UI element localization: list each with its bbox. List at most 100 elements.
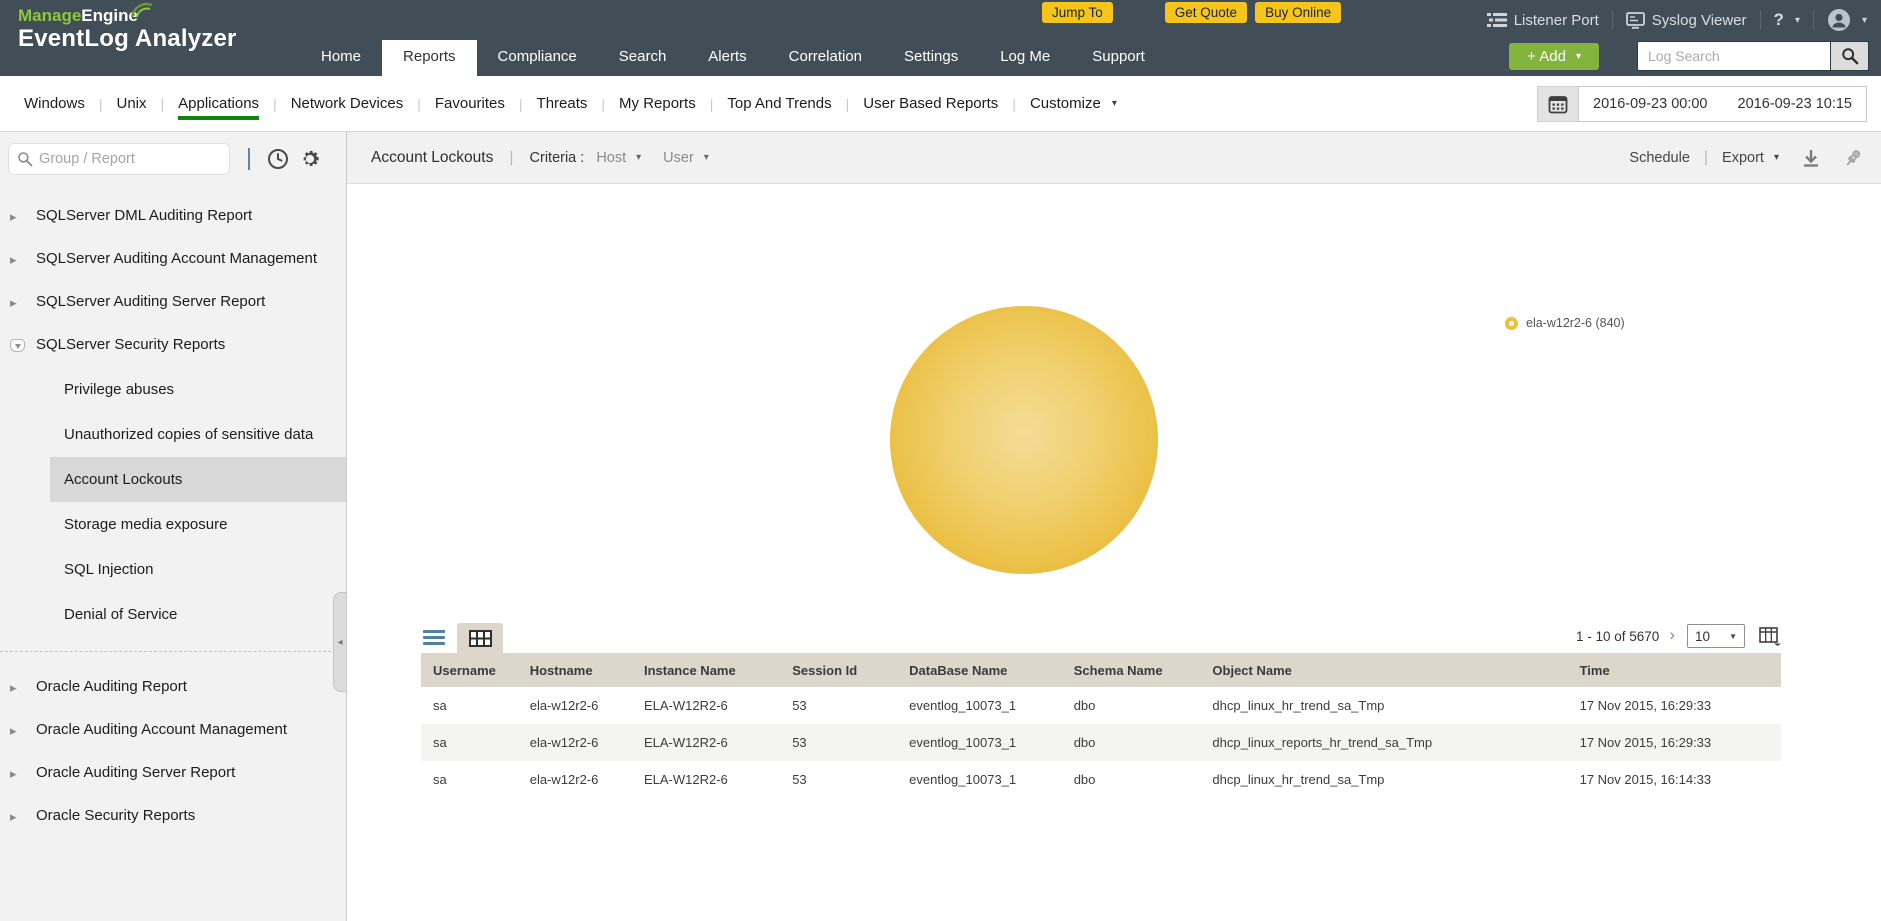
divider: | bbox=[1012, 96, 1016, 112]
nav-settings[interactable]: Settings bbox=[883, 40, 979, 76]
divider bbox=[248, 148, 250, 170]
log-search-button[interactable] bbox=[1831, 41, 1869, 71]
column-header: Schema Name bbox=[1070, 653, 1209, 687]
grid-view-button[interactable] bbox=[457, 623, 503, 653]
schedule-button[interactable]: Schedule bbox=[1629, 150, 1689, 166]
results-table: Username Hostname Instance Name Session … bbox=[421, 653, 1781, 798]
date-range-widget: 2016-09-23 00:00 2016-09-23 10:15 bbox=[1537, 86, 1867, 122]
grid-view-icon bbox=[469, 630, 492, 647]
search-icon bbox=[17, 151, 33, 167]
sidebar-collapse-handle[interactable]: ◂ bbox=[333, 592, 346, 692]
column-header: Object Name bbox=[1208, 653, 1575, 687]
tab-network-devices[interactable]: Network Devices bbox=[291, 95, 404, 120]
divider bbox=[1760, 11, 1761, 29]
pagination-range: 1 - 10 of 5670 bbox=[1576, 629, 1659, 644]
tab-unix[interactable]: Unix bbox=[117, 95, 147, 120]
chart-legend-item[interactable]: ela-w12r2-6 (840) bbox=[1505, 316, 1625, 330]
criteria-user-dropdown[interactable]: User ▾ bbox=[663, 150, 709, 166]
tree-report-denial-of-service[interactable]: Denial of Service bbox=[50, 592, 346, 637]
divider: | bbox=[846, 96, 850, 112]
tree-group-sqlserver-security[interactable]: SQLServer Security Reports bbox=[0, 324, 346, 365]
tree-divider bbox=[0, 651, 346, 652]
tree-report-sql-injection[interactable]: SQL Injection bbox=[50, 547, 346, 592]
nav-correlation[interactable]: Correlation bbox=[768, 40, 883, 76]
syslog-viewer-icon bbox=[1626, 12, 1645, 29]
page-size-select[interactable]: 10 ▼ bbox=[1687, 624, 1745, 648]
user-menu[interactable]: ▾ bbox=[1827, 8, 1867, 32]
nav-support[interactable]: Support bbox=[1071, 40, 1166, 76]
pushpin-icon bbox=[1843, 148, 1863, 168]
table-row[interactable]: saela-w12r2-6 ELA-W12R2-653 eventlog_100… bbox=[421, 724, 1781, 761]
expand-caret-icon: ▸ bbox=[10, 800, 36, 833]
tree-group-oracle-auditing-report[interactable]: ▸ Oracle Auditing Report bbox=[0, 666, 346, 709]
table-header-row: Username Hostname Instance Name Session … bbox=[421, 653, 1781, 687]
column-header: Time bbox=[1576, 653, 1781, 687]
nav-reports[interactable]: Reports bbox=[382, 40, 477, 76]
calendar-button[interactable] bbox=[1537, 86, 1579, 122]
table-row[interactable]: saela-w12r2-6 ELA-W12R2-653 eventlog_100… bbox=[421, 687, 1781, 724]
syslog-viewer-button[interactable]: Syslog Viewer bbox=[1626, 12, 1747, 29]
gear-icon bbox=[299, 148, 321, 170]
divider bbox=[1612, 11, 1613, 29]
column-header: Instance Name bbox=[640, 653, 788, 687]
date-range[interactable]: 2016-09-23 00:00 2016-09-23 10:15 bbox=[1579, 86, 1867, 122]
utility-bar: Listener Port Syslog Viewer ? ▾ bbox=[1487, 8, 1867, 32]
tab-top-and-trends[interactable]: Top And Trends bbox=[727, 95, 831, 120]
add-button[interactable]: + Add ▾ bbox=[1509, 43, 1599, 70]
next-page-button[interactable]: › bbox=[1669, 628, 1675, 642]
tree-group-sqlserver-auditing-account[interactable]: ▸ SQLServer Auditing Account Management bbox=[0, 238, 346, 281]
top-header: ManageEngine EventLog Analyzer Jump To G… bbox=[0, 0, 1881, 76]
chevron-down-icon: ▾ bbox=[636, 152, 641, 163]
tree-report-privilege-abuses[interactable]: Privilege abuses bbox=[50, 367, 346, 412]
nav-search[interactable]: Search bbox=[598, 40, 688, 76]
nav-home[interactable]: Home bbox=[300, 40, 382, 76]
reports-subnav: Windows | Unix | Applications | Network Dev… bbox=[0, 76, 1881, 132]
tree-group-oracle-auditing-server[interactable]: ▸ Oracle Auditing Server Report bbox=[0, 752, 346, 795]
recent-reports-button[interactable] bbox=[264, 145, 292, 173]
divider: | bbox=[99, 96, 103, 112]
download-button[interactable] bbox=[1801, 148, 1821, 168]
tab-applications[interactable]: Applications bbox=[178, 95, 259, 120]
help-menu[interactable]: ? ▾ bbox=[1774, 10, 1800, 30]
log-search-input[interactable] bbox=[1637, 41, 1831, 71]
buy-online-button[interactable]: Buy Online bbox=[1255, 2, 1341, 23]
jump-to-button[interactable]: Jump To bbox=[1042, 2, 1113, 23]
customize-menu[interactable]: Customize ▾ bbox=[1030, 95, 1117, 112]
tab-my-reports[interactable]: My Reports bbox=[619, 95, 696, 120]
listener-port-button[interactable]: Listener Port bbox=[1487, 12, 1599, 29]
listener-port-icon bbox=[1487, 12, 1507, 28]
column-chooser-button[interactable] bbox=[1759, 627, 1781, 646]
nav-compliance[interactable]: Compliance bbox=[477, 40, 598, 76]
criteria-label: Criteria : bbox=[530, 150, 585, 166]
column-header: Hostname bbox=[526, 653, 640, 687]
report-settings-button[interactable] bbox=[296, 145, 324, 173]
tree-report-storage-media-exposure[interactable]: Storage media exposure bbox=[50, 502, 346, 547]
group-report-search-input[interactable] bbox=[39, 151, 221, 167]
tree-report-account-lockouts[interactable]: Account Lockouts bbox=[50, 457, 346, 502]
tree-group-oracle-security[interactable]: ▸ Oracle Security Reports bbox=[0, 795, 346, 838]
divider: | bbox=[601, 96, 605, 112]
header-actions: + Add ▾ bbox=[1509, 41, 1869, 71]
expand-caret-icon: ▸ bbox=[10, 757, 36, 790]
tab-threats[interactable]: Threats bbox=[537, 95, 588, 120]
export-dropdown[interactable]: Export ▾ bbox=[1722, 150, 1779, 166]
nav-alerts[interactable]: Alerts bbox=[687, 40, 767, 76]
get-quote-button[interactable]: Get Quote bbox=[1165, 2, 1247, 23]
tab-user-based-reports[interactable]: User Based Reports bbox=[863, 95, 998, 120]
tab-windows[interactable]: Windows bbox=[24, 95, 85, 120]
nav-log-me[interactable]: Log Me bbox=[979, 40, 1071, 76]
pin-report-button[interactable] bbox=[1843, 148, 1863, 168]
tree-group-sqlserver-auditing-server[interactable]: ▸ SQLServer Auditing Server Report bbox=[0, 281, 346, 324]
view-toggles bbox=[421, 623, 503, 653]
pie-chart[interactable] bbox=[890, 306, 1158, 574]
criteria-host-dropdown[interactable]: Host ▾ bbox=[596, 150, 641, 166]
column-header: DataBase Name bbox=[905, 653, 1070, 687]
tree-report-unauthorized-copies[interactable]: Unauthorized copies of sensitive data bbox=[50, 412, 346, 457]
table-controls: 1 - 10 of 5670 › 10 ▼ bbox=[421, 621, 1781, 653]
expand-caret-icon: ▸ bbox=[10, 286, 36, 319]
tab-favourites[interactable]: Favourites bbox=[435, 95, 505, 120]
table-row[interactable]: saela-w12r2-6 ELA-W12R2-653 eventlog_100… bbox=[421, 761, 1781, 798]
tree-group-sqlserver-dml-auditing[interactable]: ▸ SQLServer DML Auditing Report bbox=[0, 195, 346, 238]
tree-group-oracle-auditing-account[interactable]: ▸ Oracle Auditing Account Management bbox=[0, 709, 346, 752]
list-view-button[interactable] bbox=[423, 630, 445, 645]
